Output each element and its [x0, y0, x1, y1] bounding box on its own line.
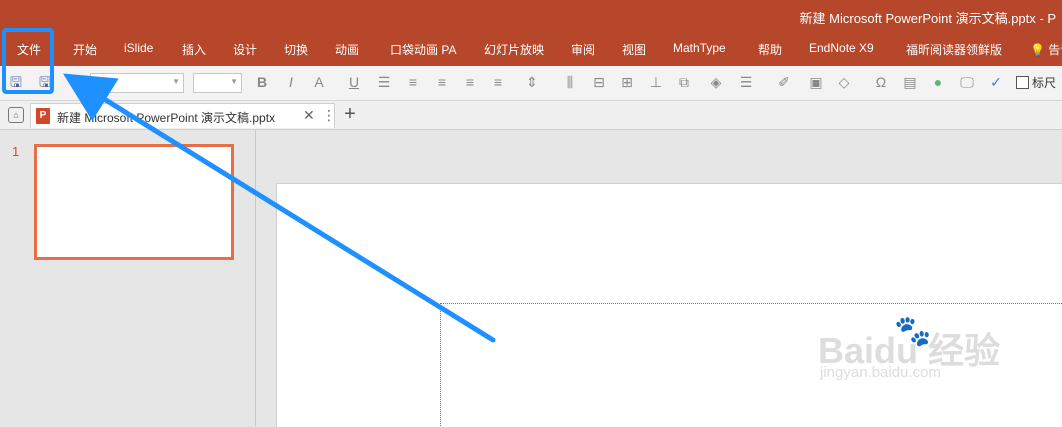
- annotation-arrow: [63, 73, 496, 343]
